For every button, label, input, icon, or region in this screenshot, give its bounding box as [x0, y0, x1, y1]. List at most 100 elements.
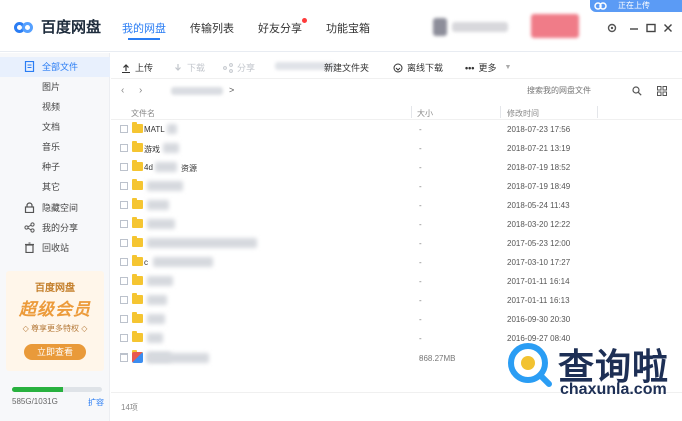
row-checkbox[interactable]	[120, 315, 128, 323]
search-icon[interactable]	[632, 86, 642, 96]
sidebar-item-recycle-bin[interactable]: 回收站	[0, 238, 110, 258]
row-checkbox[interactable]	[120, 144, 128, 152]
maximize-icon[interactable]	[645, 22, 657, 34]
promo-subtitle: ◇ 尊享更多特权 ◇	[22, 324, 88, 333]
file-date: 2018-05-24 11:43	[507, 201, 570, 210]
sidebar-item-my-share[interactable]: 我的分享	[0, 218, 110, 238]
table-row[interactable]: - 2018-05-24 11:43	[111, 196, 682, 215]
row-checkbox[interactable]	[120, 125, 128, 133]
back-arrow-icon[interactable]: ‹	[121, 85, 124, 96]
offline-download-button[interactable]: 离线下载	[393, 61, 443, 74]
table-row[interactable]: - 2018-07-19 18:49	[111, 177, 682, 196]
promo-title: 百度网盘	[35, 283, 75, 294]
table-row[interactable]: - 2017-01-11 16:13	[111, 291, 682, 310]
sidebar-item-torrents[interactable]: 种子	[0, 157, 110, 177]
close-icon[interactable]	[662, 22, 674, 34]
row-checkbox[interactable]	[120, 220, 128, 228]
upload-button[interactable]: 上传	[121, 61, 153, 74]
sidebar-item-label: 文档	[42, 122, 61, 132]
app-logo[interactable]: 百度网盘	[14, 16, 101, 37]
main-tabs: 我的网盘 传输列表 好友分享 功能宝箱	[122, 18, 394, 40]
breadcrumb-path[interactable]	[171, 87, 223, 95]
blurred-name	[147, 333, 163, 343]
sidebar-item-documents[interactable]: 文档	[0, 117, 110, 137]
minimize-icon[interactable]	[628, 22, 640, 34]
sidebar-item-videos[interactable]: 视频	[0, 97, 110, 117]
offline-download-label: 离线下载	[407, 63, 444, 73]
cloud-logo-icon	[14, 19, 36, 35]
column-modified[interactable]: 修改时间	[507, 108, 539, 119]
download-button[interactable]: 下载	[173, 61, 205, 74]
sidebar-item-hidden-space[interactable]: 隐藏空间	[0, 198, 110, 218]
grid-view-icon[interactable]	[657, 86, 667, 96]
row-checkbox[interactable]	[120, 277, 128, 285]
row-checkbox[interactable]	[120, 201, 128, 209]
avatar[interactable]	[433, 18, 447, 36]
share-button[interactable]: 分享	[223, 61, 255, 74]
sidebar-item-all-files[interactable]: 全部文件	[0, 57, 110, 77]
tab-friend-share[interactable]: 好友分享	[258, 18, 307, 36]
file-date: 2017-03-10 17:27	[507, 258, 571, 267]
row-checkbox[interactable]	[120, 163, 128, 171]
file-size: -	[419, 220, 422, 229]
tab-my-disk[interactable]: 我的网盘	[122, 20, 166, 40]
row-checkbox[interactable]	[120, 334, 128, 342]
row-checkbox[interactable]	[120, 182, 128, 190]
blurred-name	[147, 314, 165, 324]
file-icon	[132, 352, 143, 363]
table-row[interactable]: 4d 资源 - 2018-07-19 18:52	[111, 158, 682, 177]
vip-badge[interactable]	[531, 14, 579, 38]
view-now-button[interactable]: 立即查看	[24, 344, 86, 360]
table-row[interactable]: 游戏 - 2018-07-21 13:19	[111, 139, 682, 158]
magnifier-logo-icon	[508, 343, 552, 387]
sidebar-item-others[interactable]: 其它	[0, 177, 110, 197]
sidebar-item-label: 隐藏空间	[42, 203, 79, 213]
column-name[interactable]: 文件名	[131, 108, 155, 119]
column-size[interactable]: 大小	[417, 108, 433, 119]
table-row[interactable]: - 2017-01-11 16:14	[111, 272, 682, 291]
download-label: 下载	[187, 63, 206, 73]
file-date: 2017-01-11 16:13	[507, 296, 570, 305]
file-name: 游戏	[144, 145, 160, 154]
sidebar-item-images[interactable]: 图片	[0, 77, 110, 97]
sidebar-item-music[interactable]: 音乐	[0, 137, 110, 157]
file-size: -	[419, 125, 422, 134]
more-button[interactable]: ••• 更多 ▼	[465, 61, 511, 74]
document-icon	[24, 61, 35, 72]
settings-icon[interactable]	[606, 22, 618, 34]
file-name-tail: 资源	[181, 164, 197, 173]
table-row[interactable]: - 2018-03-20 12:22	[111, 215, 682, 234]
table-row[interactable]: MATL - 2018-07-23 17:56	[111, 120, 682, 139]
row-checkbox[interactable]	[120, 239, 128, 247]
column-divider	[500, 106, 501, 118]
share-label: 分享	[237, 63, 256, 73]
blurred-name	[163, 143, 179, 153]
forward-arrow-icon[interactable]: ›	[139, 85, 142, 96]
row-checkbox[interactable]	[120, 258, 128, 266]
table-row[interactable]: c - 2017-03-10 17:27	[111, 253, 682, 272]
table-row[interactable]: - 2017-05-23 12:00	[111, 234, 682, 253]
table-row[interactable]: - 2016-09-30 20:30	[111, 310, 682, 329]
super-vip-promo[interactable]: 百度网盘 超级会员 ◇ 尊享更多特权 ◇ 立即查看	[6, 271, 104, 371]
expand-storage-link[interactable]: 扩容	[88, 397, 104, 408]
row-checkbox[interactable]	[120, 296, 128, 304]
file-size: -	[419, 239, 422, 248]
row-checkbox[interactable]	[120, 354, 128, 362]
sidebar-item-label: 其它	[42, 182, 61, 192]
search-input[interactable]	[521, 83, 645, 99]
storage-usage-bar	[12, 387, 102, 392]
file-size: -	[419, 144, 422, 153]
tab-label: 我的网盘	[122, 23, 166, 35]
tab-transfer-list[interactable]: 传输列表	[190, 20, 234, 36]
storage-usage-text: 585G/1031G	[12, 397, 58, 406]
upload-status-badge[interactable]: 正在上传	[590, 0, 682, 12]
watermark-url: chaxunla.com	[560, 381, 667, 398]
promo-headline: 超级会员	[19, 300, 91, 319]
upload-status-text: 正在上传	[618, 1, 650, 10]
lock-icon	[24, 202, 35, 213]
username[interactable]	[452, 22, 508, 32]
file-name: 4d	[144, 163, 153, 172]
tab-toolbox[interactable]: 功能宝箱	[326, 20, 370, 36]
new-folder-button[interactable]: 新建文件夹	[324, 61, 369, 74]
column-divider	[411, 106, 412, 118]
